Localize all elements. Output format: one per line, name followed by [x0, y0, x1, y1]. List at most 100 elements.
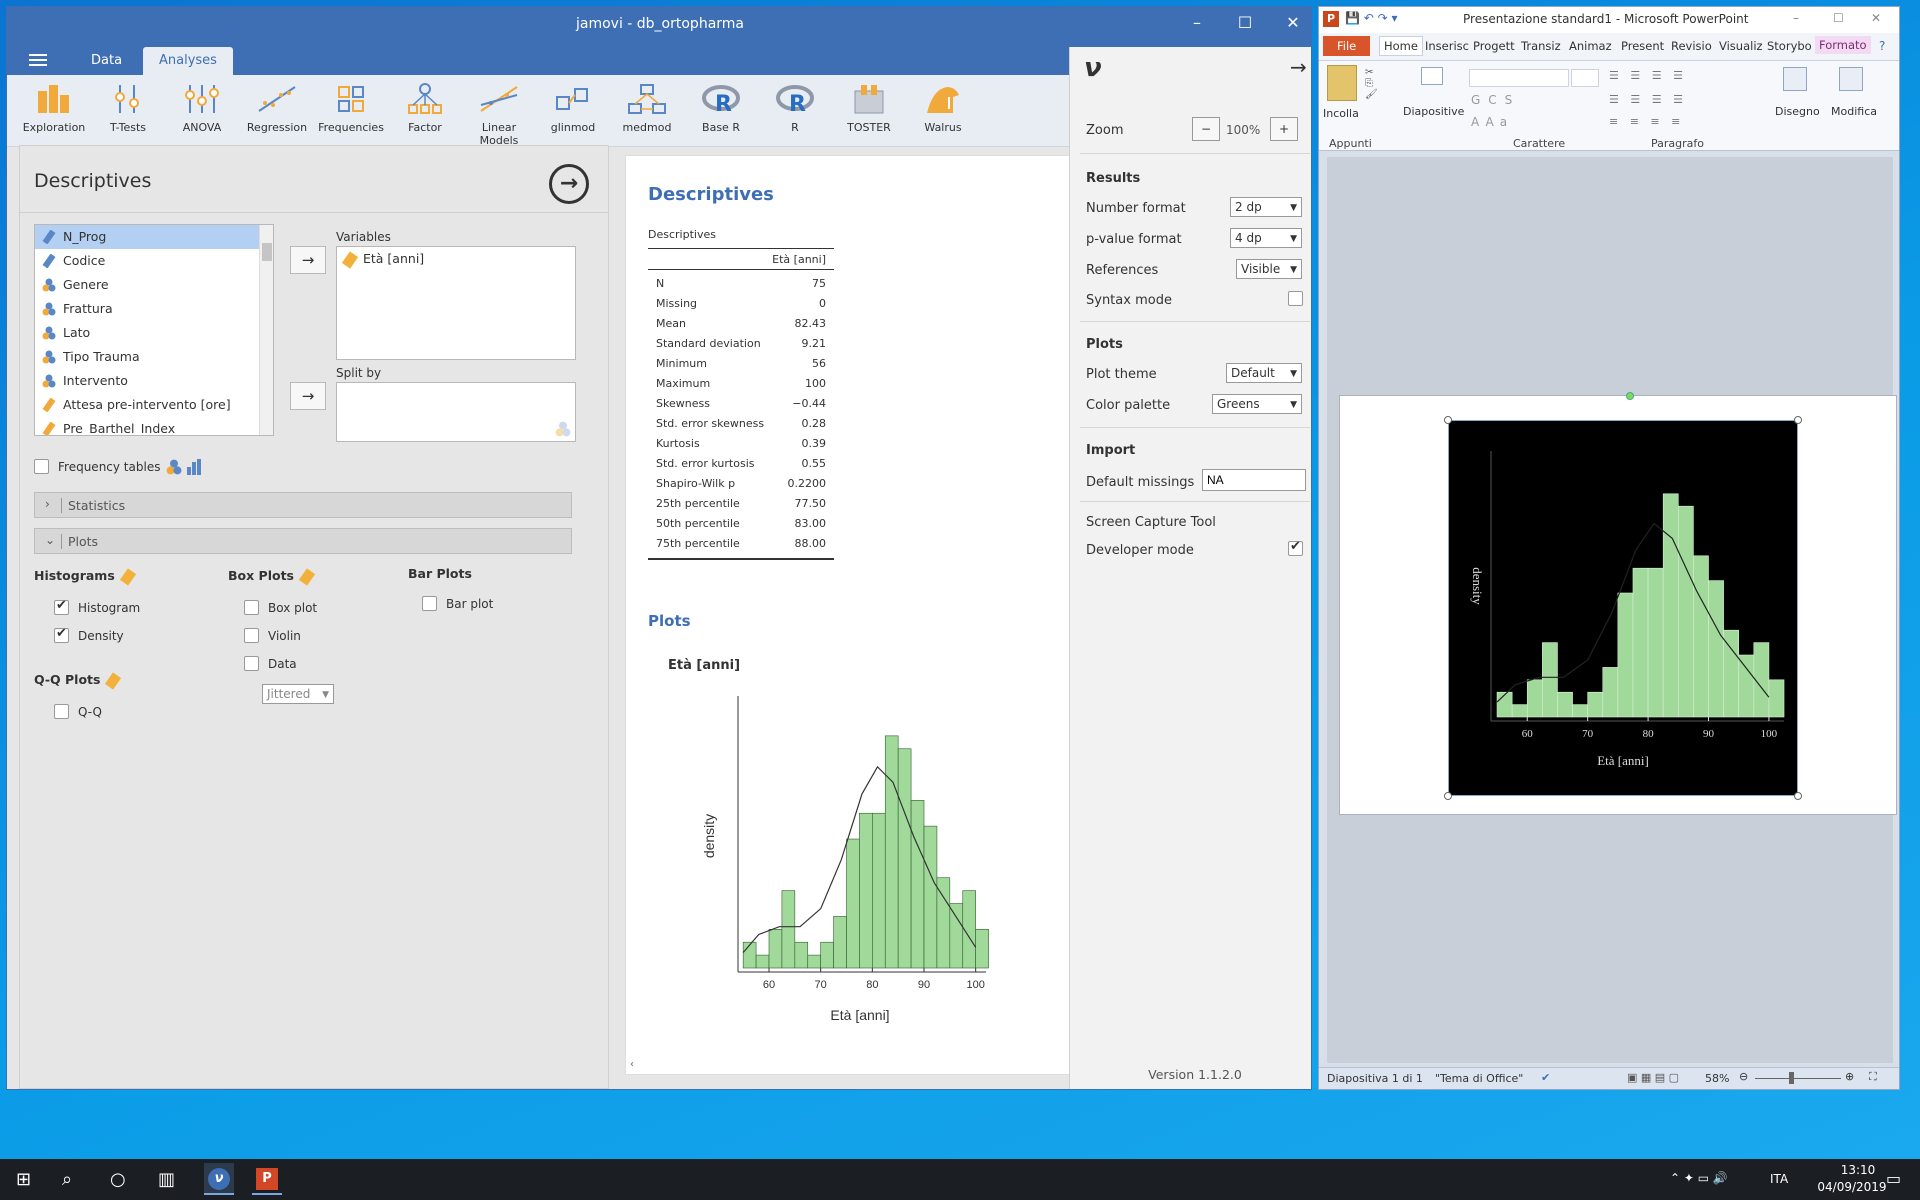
zoom-in-icon[interactable]: ⊕ — [1845, 1070, 1854, 1083]
align-icons[interactable]: ≡ ≡ ≡ ≡ — [1609, 115, 1684, 128]
plot-theme-select[interactable]: Default — [1226, 363, 1302, 383]
spellcheck-icon[interactable]: ✔ — [1541, 1071, 1550, 1084]
tab-storyboard[interactable]: Storybo — [1767, 39, 1812, 53]
move-to-variables-button[interactable]: → — [290, 246, 326, 274]
move-to-split-button[interactable]: → — [290, 382, 326, 410]
taskbar-jamovi[interactable]: ν — [204, 1163, 234, 1195]
data-checkbox[interactable] — [244, 656, 259, 671]
density-checkbox[interactable] — [54, 626, 69, 643]
list-item[interactable]: Intervento — [35, 369, 273, 393]
pvalue-format-select[interactable]: 4 dp — [1230, 228, 1302, 248]
font-color-icons[interactable]: AAa — [1471, 115, 1513, 129]
tab-transitions[interactable]: Transiz — [1521, 39, 1561, 53]
tab-animations[interactable]: Animaz — [1569, 39, 1612, 53]
task-view-icon[interactable]: ▥ — [158, 1169, 175, 1190]
ribbon-exploration[interactable]: Exploration — [17, 83, 91, 134]
cortana-icon[interactable]: ○ — [110, 1169, 126, 1190]
slide[interactable]: Età [anni] density 60 70 80 90 100 — [1339, 392, 1897, 815]
ribbon-r[interactable]: R R — [758, 83, 832, 134]
ribbon-regression[interactable]: Regression — [240, 83, 314, 134]
tab-home[interactable]: Home — [1379, 36, 1423, 56]
tab-insert[interactable]: Inserisc — [1425, 39, 1469, 53]
minimize-button[interactable]: – — [1177, 13, 1217, 32]
scroll-left-icon[interactable]: ‹ — [630, 1059, 634, 1070]
ribbon-glinmod[interactable]: glinmod — [536, 83, 610, 134]
list-item[interactable]: Codice — [35, 249, 273, 273]
list-item[interactable]: Pre_Barthel_Index — [35, 417, 273, 435]
resize-handle[interactable] — [1444, 792, 1452, 800]
list-scrollbar[interactable] — [259, 225, 273, 435]
scrollbar-thumb[interactable] — [262, 243, 272, 261]
slides-button[interactable]: Diapositive — [1403, 105, 1464, 118]
tab-file[interactable]: File — [1323, 36, 1371, 56]
ribbon-t-tests[interactable]: T-Tests — [91, 83, 165, 134]
ribbon-anova[interactable]: ANOVA — [165, 83, 239, 134]
windows-start-icon[interactable]: ⊞ — [16, 1169, 31, 1190]
violin-checkbox[interactable] — [244, 628, 259, 643]
indent-icons[interactable]: ☰ ☰ ☰ ☰ — [1609, 93, 1687, 106]
ribbon-medmod[interactable]: medmod — [610, 83, 684, 134]
close-options-arrow-icon[interactable]: → — [549, 164, 589, 204]
list-item[interactable]: Attesa pre-intervento [ore] — [35, 393, 273, 417]
paste-button[interactable]: Incolla — [1323, 107, 1359, 120]
maximize-button[interactable]: ☐ — [1833, 11, 1844, 25]
resize-handle[interactable] — [1794, 416, 1802, 424]
clock-time[interactable]: 13:10 — [1828, 1163, 1888, 1177]
histogram-checkbox[interactable] — [54, 598, 69, 615]
selected-variable[interactable]: Età [anni] — [341, 250, 424, 269]
system-tray-icons[interactable]: ⌃ ✦ ▭ 🔊 — [1670, 1171, 1728, 1185]
ribbon-frequencies[interactable]: Frequencies — [314, 83, 388, 134]
taskbar-powerpoint[interactable]: P — [252, 1163, 282, 1195]
tab-analyses[interactable]: Analyses — [143, 47, 233, 75]
ribbon-base-r[interactable]: R Base R — [684, 83, 758, 134]
bar-plot-checkbox[interactable] — [422, 596, 437, 611]
statistics-section-header[interactable]: › Statistics — [34, 492, 572, 518]
screen-capture-link[interactable]: Screen Capture Tool — [1086, 515, 1216, 530]
list-item[interactable]: Tipo Trauma — [35, 345, 273, 369]
minimize-button[interactable]: – — [1793, 11, 1799, 25]
plots-section-header[interactable]: ⌄ Plots — [34, 528, 572, 554]
data-type-select[interactable]: Jittered — [262, 684, 334, 704]
rotate-handle-icon[interactable] — [1626, 392, 1634, 400]
close-settings-arrow-icon[interactable]: → — [1290, 55, 1307, 79]
search-icon[interactable]: ⌕ — [62, 1169, 72, 1190]
edit-button[interactable]: Modifica — [1831, 105, 1877, 118]
close-button[interactable]: ✕ — [1871, 11, 1881, 25]
ribbon-linear-models[interactable]: Linear Models — [462, 83, 536, 147]
zoom-slider[interactable] — [1755, 1078, 1841, 1079]
view-icons[interactable]: ▣ ▦ ▤ ▢ — [1627, 1071, 1679, 1084]
number-format-select[interactable]: 2 dp — [1230, 197, 1302, 217]
list-item[interactable]: Frattura — [35, 297, 273, 321]
tab-data[interactable]: Data — [75, 47, 138, 75]
variable-list[interactable]: N_Prog Codice Genere Frattura Lato Tipo … — [34, 224, 274, 436]
tab-slideshow[interactable]: Present — [1621, 39, 1664, 53]
fit-slide-icon[interactable]: ⛶ — [1869, 1070, 1877, 1084]
tab-design[interactable]: Progett — [1473, 39, 1515, 53]
frequency-tables-checkbox[interactable] — [34, 459, 49, 474]
ribbon-toster[interactable]: TOSTER — [832, 83, 906, 134]
split-by-target-box[interactable] — [336, 382, 576, 442]
zoom-in-button[interactable]: + — [1270, 117, 1298, 141]
close-button[interactable]: ✕ — [1273, 13, 1311, 32]
paragraph-icons[interactable]: ☰ ☰ ☰ ☰ — [1609, 69, 1687, 82]
developer-mode-checkbox[interactable] — [1288, 539, 1303, 556]
list-item[interactable]: Lato — [35, 321, 273, 345]
language-indicator[interactable]: ITA — [1770, 1172, 1788, 1186]
syntax-mode-checkbox[interactable] — [1288, 291, 1303, 306]
references-select[interactable]: Visible — [1236, 259, 1302, 279]
color-palette-select[interactable]: Greens — [1212, 394, 1302, 414]
tab-view[interactable]: Visualiz — [1719, 39, 1763, 53]
clock-date[interactable]: 04/09/2019 — [1812, 1180, 1892, 1194]
font-select[interactable] — [1469, 69, 1569, 87]
quick-access-icons[interactable]: 💾 ↶ ↷ ▾ — [1345, 11, 1398, 25]
draw-button[interactable]: Disegno — [1775, 105, 1820, 118]
default-missings-input[interactable] — [1202, 469, 1306, 491]
help-icon[interactable]: ? — [1879, 39, 1885, 53]
list-item[interactable]: Genere — [35, 273, 273, 297]
qq-checkbox[interactable] — [54, 704, 69, 719]
box-plot-checkbox[interactable] — [244, 600, 259, 615]
menu-icon[interactable] — [29, 54, 47, 66]
zoom-out-button[interactable]: − — [1192, 117, 1220, 141]
zoom-out-icon[interactable]: ⊖ — [1739, 1070, 1748, 1083]
list-item[interactable]: N_Prog — [35, 225, 273, 249]
